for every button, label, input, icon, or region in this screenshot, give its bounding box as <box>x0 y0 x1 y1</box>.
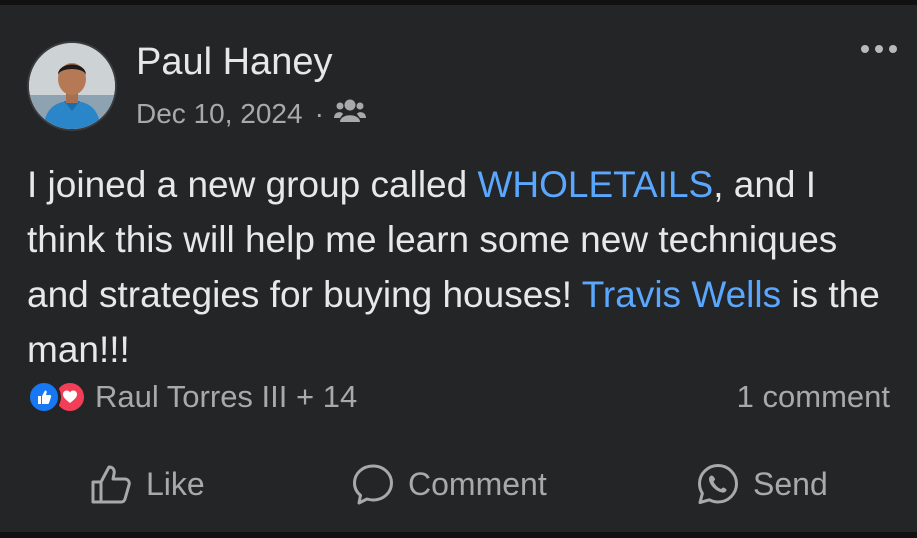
send-label: Send <box>753 465 828 502</box>
meta-separator: · <box>314 97 324 129</box>
like-reaction-icon <box>27 380 61 414</box>
comment-label: Comment <box>408 465 547 502</box>
like-label: Like <box>146 465 205 502</box>
group-icon <box>333 97 366 130</box>
avatar-photo <box>29 43 115 129</box>
author-name[interactable]: Paul Haney <box>136 41 332 84</box>
thumbs-up-icon <box>91 465 131 504</box>
reaction-icons <box>27 380 87 414</box>
post-text: I joined a new group called WHOLETAILS, … <box>27 157 902 377</box>
avatar[interactable] <box>27 41 117 131</box>
whatsapp-icon <box>698 464 738 504</box>
post-card: Paul Haney Dec 10, 2024 · I joined a new… <box>0 5 917 532</box>
like-button[interactable]: Like <box>88 461 205 507</box>
post-text-segment: I joined a new group called <box>27 164 478 205</box>
reactions-summary[interactable]: Raul Torres III + 14 <box>27 379 357 415</box>
reaction-names: Raul Torres III + 14 <box>95 379 358 414</box>
comment-icon <box>353 464 393 505</box>
comments-count[interactable]: 1 comment <box>737 379 890 415</box>
action-bar: Like Comment Send <box>0 451 917 521</box>
post-meta: Dec 10, 2024 · <box>136 97 366 130</box>
comment-button[interactable]: Comment <box>350 461 547 507</box>
mention-link[interactable]: Travis Wells <box>582 274 781 315</box>
send-button[interactable]: Send <box>695 461 828 507</box>
more-options-icon[interactable] <box>861 45 897 53</box>
post-date[interactable]: Dec 10, 2024 <box>136 98 303 130</box>
group-link[interactable]: WHOLETAILS <box>477 164 713 205</box>
